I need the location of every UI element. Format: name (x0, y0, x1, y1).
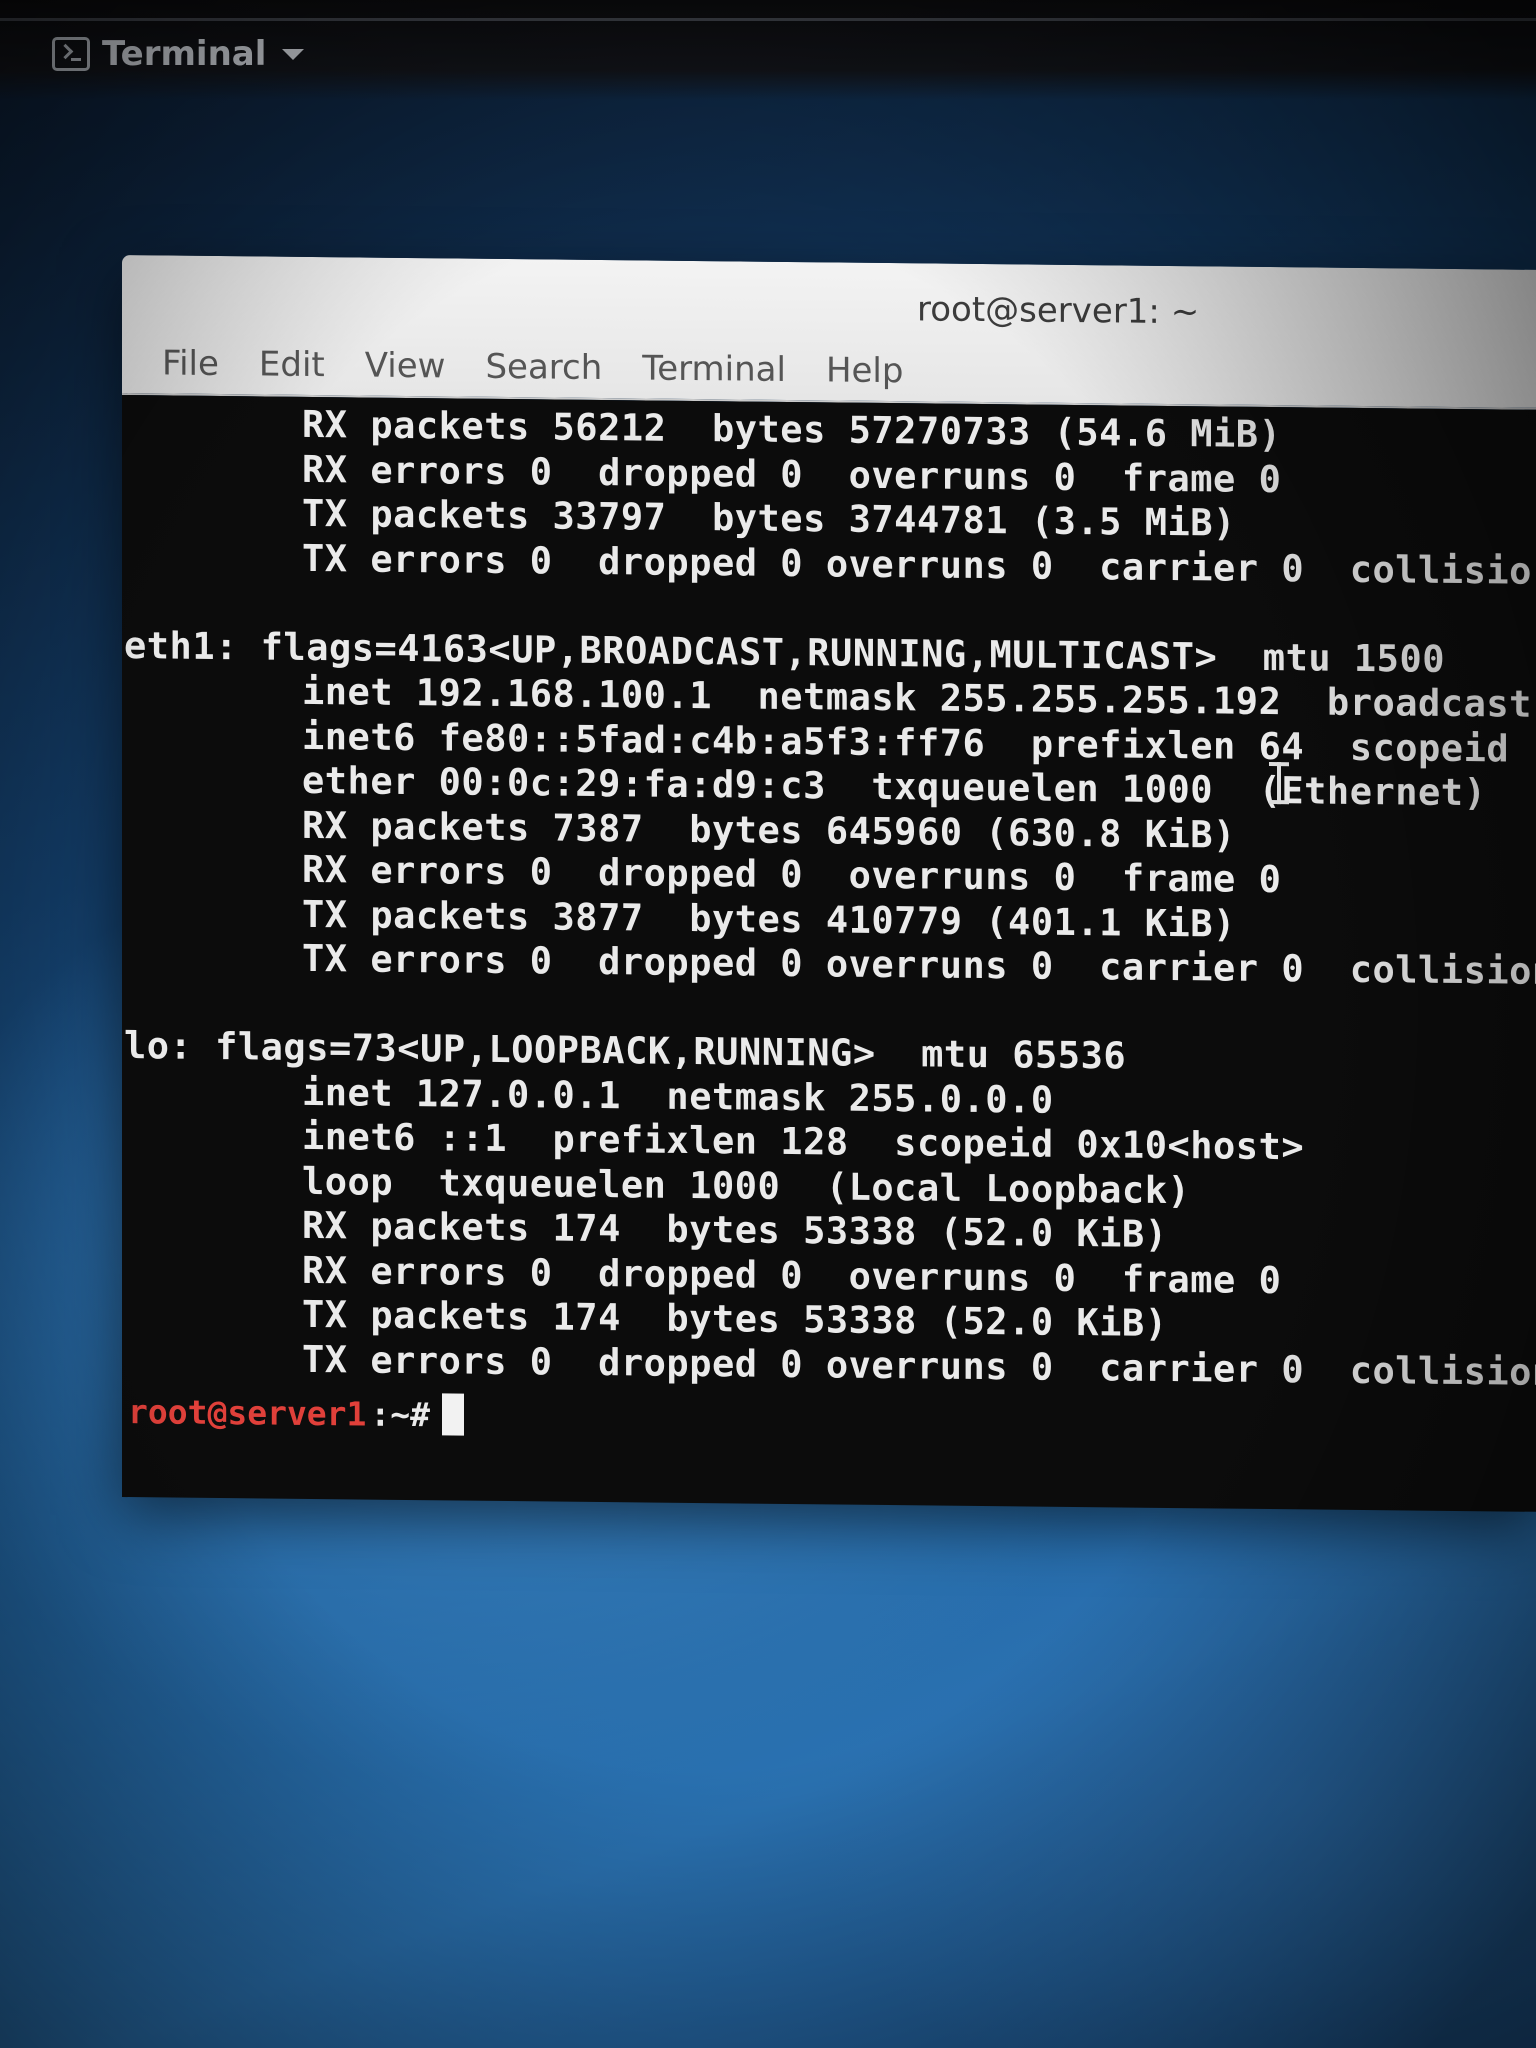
text-cursor (442, 1393, 465, 1436)
prompt-user: root@server1 (128, 1391, 367, 1434)
terminal-output[interactable]: RX packets 56212 bytes 57270733 (54.6 Mi… (122, 395, 1536, 1512)
window-title: root@server1: ~ (917, 289, 1200, 333)
menu-file[interactable]: File (142, 343, 239, 384)
prompt-line[interactable]: root@server1:~# (122, 1390, 1536, 1447)
chevron-down-icon (282, 48, 305, 60)
menu-search[interactable]: Search (465, 347, 622, 389)
app-menu-button[interactable]: Terminal (52, 32, 305, 76)
window-titlebar[interactable]: root@server1: ~ File Edit View Search Te… (122, 255, 1536, 410)
menu-view[interactable]: View (345, 345, 466, 387)
app-menu-label: Terminal (102, 34, 267, 74)
menu-bar: File Edit View Search Terminal Help (142, 343, 923, 391)
menu-help[interactable]: Help (806, 350, 924, 391)
terminal-icon (52, 37, 90, 71)
menu-edit[interactable]: Edit (239, 344, 345, 385)
desktop-top-panel: Terminal (0, 0, 1536, 100)
ibeam-cursor-icon (1277, 762, 1281, 805)
panel-divider (0, 18, 1536, 21)
menu-terminal[interactable]: Terminal (622, 348, 806, 390)
prompt-suffix: :~# (370, 1394, 431, 1434)
terminal-window[interactable]: root@server1: ~ File Edit View Search Te… (122, 255, 1536, 1512)
